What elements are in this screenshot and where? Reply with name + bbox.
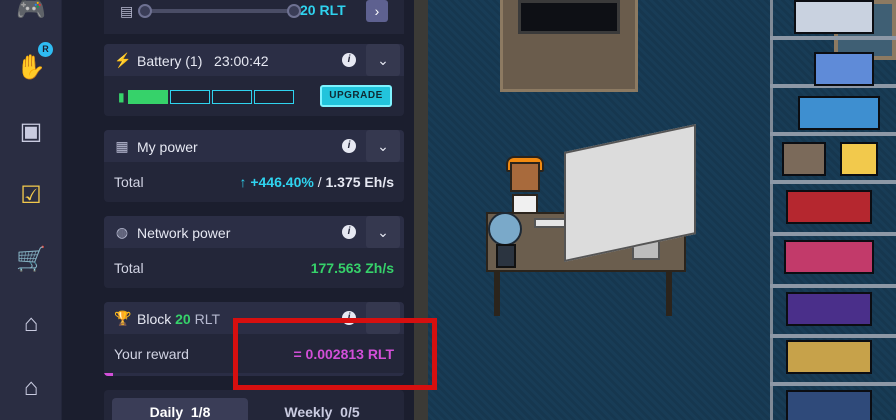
miner[interactable] bbox=[782, 142, 826, 176]
miner[interactable] bbox=[794, 0, 874, 34]
avatar[interactable] bbox=[510, 162, 540, 192]
miner-icon: ▦ bbox=[115, 138, 129, 154]
upgrade-button[interactable]: UPGRADE bbox=[320, 85, 392, 107]
desk-fan bbox=[488, 212, 522, 246]
battery-segment bbox=[254, 90, 294, 104]
tab-daily[interactable]: Daily 1/8 bbox=[112, 398, 248, 420]
chevron-down-icon[interactable]: ⌄ bbox=[366, 130, 400, 162]
miner[interactable] bbox=[786, 390, 872, 420]
network-power-body: Total 177.563 Zh/s bbox=[104, 248, 404, 288]
miner[interactable] bbox=[840, 142, 878, 176]
miner[interactable] bbox=[786, 292, 872, 326]
battery-header: ⚡ Battery (1) 23:00:42 i ⌄ bbox=[104, 44, 404, 76]
clipboard-icon: ▤ bbox=[120, 3, 134, 19]
battery-title: Battery (1) 23:00:42 bbox=[137, 53, 269, 69]
rack-shelf bbox=[770, 180, 896, 184]
block-progress-fill bbox=[104, 373, 113, 376]
chevron-down-icon[interactable]: ⌄ bbox=[366, 44, 400, 76]
rack-shelf bbox=[770, 334, 896, 338]
gamepad-icon[interactable]: 🎮 bbox=[15, 0, 47, 26]
slider-value: 20 RLT bbox=[300, 2, 346, 18]
battery-icon: ▮ bbox=[118, 90, 125, 104]
slider-min-handle[interactable] bbox=[138, 4, 152, 18]
tv-screen bbox=[518, 0, 620, 34]
info-icon[interactable]: i bbox=[342, 53, 356, 67]
battery-segment bbox=[170, 90, 210, 104]
rack-shelf bbox=[770, 382, 896, 386]
miner[interactable] bbox=[798, 96, 880, 130]
desk-leg bbox=[666, 270, 672, 316]
network-power-header: ◍ Network power i ⌄ bbox=[104, 216, 404, 248]
lightning-icon: ⚡ bbox=[114, 52, 132, 68]
desk-fan-base bbox=[496, 244, 516, 268]
info-icon[interactable]: i bbox=[342, 139, 356, 153]
my-power-header: ▦ My power i ⌄ bbox=[104, 130, 404, 162]
network-power-value: 177.563 Zh/s bbox=[310, 260, 394, 276]
house-icon[interactable]: ⌂ bbox=[15, 372, 47, 404]
battery-card: ⚡ Battery (1) 23:00:42 i ⌄ ▮ UPGRADE bbox=[104, 44, 404, 116]
desk-leg bbox=[494, 270, 500, 316]
keyboard bbox=[534, 218, 568, 228]
network-power-title: Network power bbox=[137, 225, 231, 241]
rack-shelf bbox=[770, 284, 896, 288]
miner[interactable] bbox=[814, 52, 874, 86]
trophy-icon: 🏆 bbox=[114, 310, 132, 326]
next-button[interactable]: › bbox=[366, 0, 388, 22]
rlt-slider-track[interactable] bbox=[144, 9, 294, 13]
treasure-icon[interactable]: ▣ bbox=[15, 116, 47, 148]
battery-segment bbox=[212, 90, 252, 104]
nav-rail: 🎮 ✋ R ▣ ☑ 🛒 ⌂ ⌂ bbox=[0, 0, 62, 420]
slider-max-handle[interactable] bbox=[287, 4, 301, 18]
reward-row-label: Your reward bbox=[114, 346, 189, 362]
tab-weekly[interactable]: Weekly 0/5 bbox=[254, 398, 390, 420]
chevron-down-icon[interactable]: ⌄ bbox=[366, 216, 400, 248]
market-icon[interactable]: ⌂ bbox=[15, 308, 47, 340]
cart-icon[interactable]: 🛒 bbox=[15, 244, 47, 276]
network-power-row-label: Total bbox=[114, 260, 144, 276]
game-room-scene[interactable] bbox=[414, 0, 896, 420]
my-power-card: ▦ My power i ⌄ Total ↑ +446.40% / 1.375 … bbox=[104, 130, 404, 202]
avatar-shirt bbox=[512, 194, 538, 214]
rlt-slider-card: ▤ 20 RLT › bbox=[104, 0, 404, 34]
info-icon[interactable]: i bbox=[342, 225, 356, 239]
rack-shelf bbox=[770, 232, 896, 236]
my-power-title: My power bbox=[137, 139, 198, 155]
my-power-body: Total ↑ +446.40% / 1.375 Eh/s bbox=[104, 162, 404, 202]
block-title: Block 20 RLT bbox=[137, 311, 221, 327]
battery-segment bbox=[128, 90, 168, 104]
miner[interactable] bbox=[786, 190, 872, 224]
miner[interactable] bbox=[784, 240, 874, 274]
battery-body: ▮ UPGRADE bbox=[104, 76, 404, 116]
highlight-box bbox=[233, 318, 437, 390]
my-power-row-label: Total bbox=[114, 174, 144, 190]
network-power-card: ◍ Network power i ⌄ Total 177.563 Zh/s bbox=[104, 216, 404, 288]
task-tabs: Daily 1/8 Weekly 0/5 bbox=[104, 390, 404, 420]
calendar-check-icon[interactable]: ☑ bbox=[15, 180, 47, 212]
globe-icon: ◍ bbox=[115, 224, 129, 240]
my-power-value: ↑ +446.40% / 1.375 Eh/s bbox=[239, 174, 394, 190]
rlt-badge: R bbox=[38, 42, 53, 57]
rack-shelf bbox=[770, 36, 896, 40]
rack-shelf bbox=[770, 132, 896, 136]
rlt-hand-icon[interactable]: ✋ bbox=[15, 52, 47, 84]
miner[interactable] bbox=[786, 340, 872, 374]
